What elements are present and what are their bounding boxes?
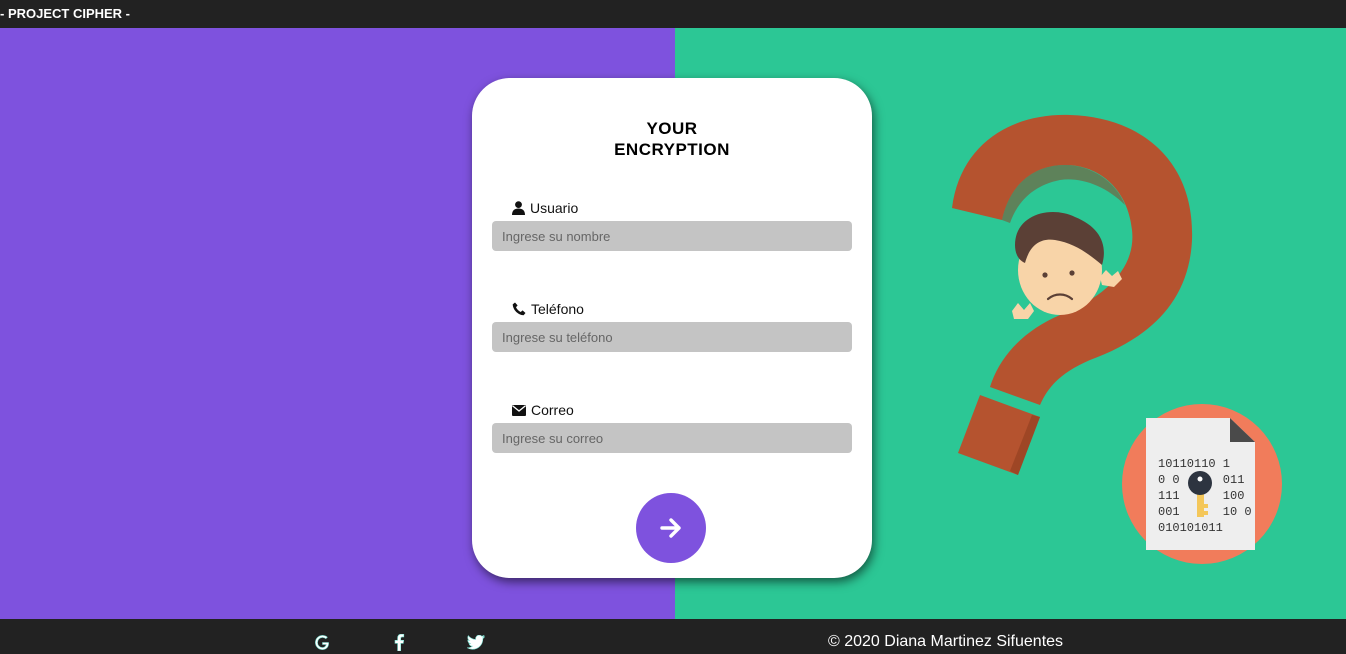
top-bar: - PROJECT CIPHER -: [0, 0, 1346, 28]
phone-icon: [512, 302, 526, 316]
submit-button[interactable]: [636, 493, 706, 563]
facebook-icon: [394, 633, 405, 651]
google-link[interactable]: [311, 631, 333, 653]
correo-label: Correo: [512, 402, 574, 418]
binary-line: 010101011: [1158, 521, 1223, 535]
arrow-right-icon: [660, 518, 681, 538]
encryption-form-card: YOUR ENCRYPTION Usuario Teléfono Correo: [472, 78, 872, 578]
correo-label-text: Correo: [531, 402, 574, 418]
copyright-text: © 2020 Diana Martinez Sifuentes: [828, 633, 1064, 650]
usuario-label: Usuario: [512, 200, 578, 216]
footer: © 2020 Diana Martinez Sifuentes: [0, 619, 1346, 654]
form-title-line: YOUR: [646, 119, 698, 138]
facebook-link[interactable]: [388, 631, 410, 653]
twitter-link[interactable]: [465, 631, 487, 653]
telefono-label-text: Teléfono: [531, 301, 584, 317]
correo-input[interactable]: [492, 423, 852, 453]
binary-line: 10110110 1: [1158, 457, 1230, 471]
google-icon: [314, 634, 329, 650]
user-icon: [512, 201, 525, 215]
twitter-icon: [467, 634, 485, 650]
envelope-icon: [512, 404, 526, 416]
usuario-label-text: Usuario: [530, 200, 579, 216]
usuario-input[interactable]: [492, 221, 852, 251]
form-title-line: ENCRYPTION: [614, 140, 730, 159]
encrypted-document-illustration: 10110110 1 0 0 011 111 100 001 10 0 0101…: [1122, 404, 1282, 564]
telefono-label: Teléfono: [512, 301, 584, 317]
telefono-input[interactable]: [492, 322, 852, 352]
form-title: YOUR ENCRYPTION: [472, 118, 872, 160]
brand-title: - PROJECT CIPHER -: [0, 6, 131, 21]
